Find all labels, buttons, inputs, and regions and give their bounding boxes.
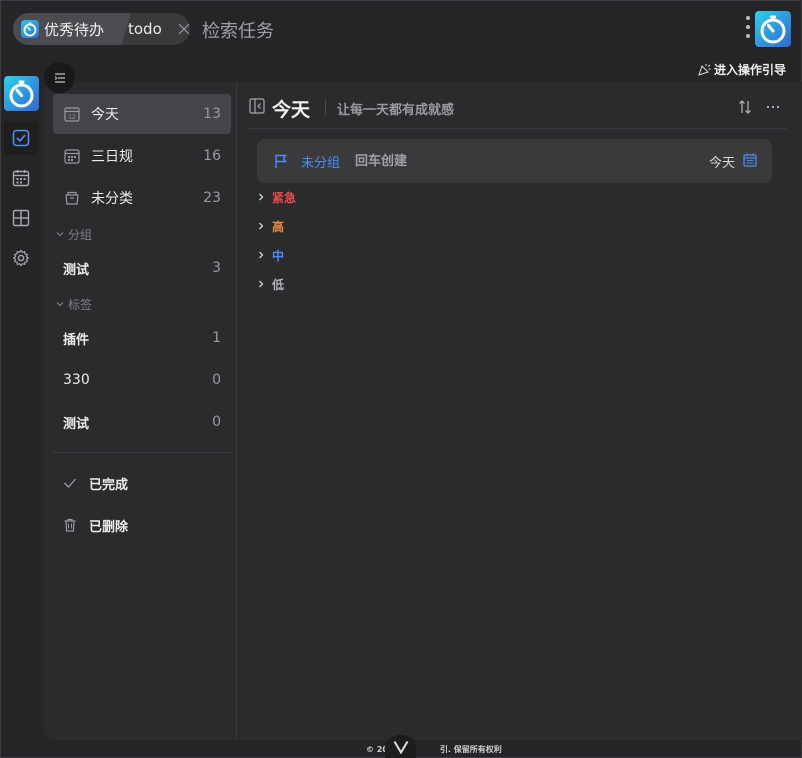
app-tab[interactable]: 优秀待办 bbox=[13, 13, 131, 45]
priority-label: 紧急 bbox=[272, 190, 297, 205]
sidebar-item-uncategorized[interactable]: 未分类 23 bbox=[53, 178, 231, 218]
app-logo-icon bbox=[21, 20, 39, 38]
sidebar-item-label: 测试 bbox=[63, 262, 90, 278]
title-divider bbox=[325, 99, 326, 115]
search-input-label[interactable]: 检索任务 bbox=[202, 17, 274, 43]
checkbox-icon bbox=[12, 129, 30, 147]
guide-link-label: 进入操作引导 bbox=[714, 63, 787, 77]
sidebar-toggle-icon[interactable] bbox=[249, 98, 265, 114]
calendar-12-icon: 12 bbox=[63, 105, 81, 123]
sidebar-divider bbox=[236, 82, 237, 740]
sidebar-item-tag[interactable]: 330 0 bbox=[53, 360, 231, 400]
tags-section-toggle[interactable]: 标签 bbox=[55, 295, 92, 313]
header-divider bbox=[247, 128, 787, 129]
sidebar-item-completed[interactable]: 已完成 bbox=[53, 465, 231, 501]
sidebar-item-deleted[interactable]: 已删除 bbox=[53, 507, 231, 543]
sidebar-item-today[interactable]: 12 今天 13 bbox=[53, 94, 231, 134]
app-logo-icon[interactable] bbox=[755, 11, 791, 47]
page-subtitle: 让每一天都有成就感 bbox=[337, 103, 455, 118]
sidebar-item-tag[interactable]: 插件 1 bbox=[53, 318, 231, 358]
sidebar-item-count: 3 bbox=[212, 260, 221, 276]
sidebar-item-group[interactable]: 测试 3 bbox=[53, 248, 231, 288]
page-title: 今天 bbox=[272, 99, 311, 121]
top-bar: 优秀待办 todo 检索任务 bbox=[0, 0, 802, 60]
priority-group-low[interactable]: 低 bbox=[256, 274, 284, 294]
sidebar-item-label: 已删除 bbox=[89, 519, 129, 535]
sidebar-item-count: 16 bbox=[203, 148, 221, 164]
priority-group-high[interactable]: 高 bbox=[256, 216, 284, 236]
sidebar-item-three-days[interactable]: 三日规 16 bbox=[53, 136, 231, 176]
grid-icon bbox=[12, 209, 30, 227]
task-create-bar: 未分组 今天 bbox=[257, 139, 772, 183]
close-icon[interactable] bbox=[176, 21, 190, 37]
groups-heading: 分组 bbox=[68, 227, 93, 242]
chevron-right-icon bbox=[259, 222, 264, 230]
more-horizontal-icon[interactable] bbox=[765, 99, 781, 115]
tags-heading: 标签 bbox=[68, 297, 93, 312]
query-tab[interactable]: todo bbox=[128, 13, 162, 45]
footer-toggle-button[interactable] bbox=[385, 735, 416, 758]
check-icon bbox=[64, 478, 76, 488]
svg-text:12: 12 bbox=[68, 114, 76, 121]
sidebar-item-count: 13 bbox=[203, 106, 221, 122]
rail-quadrant-button[interactable] bbox=[4, 201, 38, 235]
calendar-icon bbox=[63, 147, 81, 165]
sidebar-item-label: 测试 bbox=[63, 416, 90, 432]
priority-label: 低 bbox=[272, 277, 285, 292]
chevron-down-icon bbox=[56, 302, 64, 307]
sidebar-item-count: 23 bbox=[203, 190, 221, 206]
search-tab-pill[interactable]: 优秀待办 todo bbox=[13, 13, 190, 45]
sidebar-item-label: 三日规 bbox=[91, 149, 133, 165]
chevron-down-icon bbox=[56, 232, 64, 237]
menu-collapse-icon bbox=[54, 72, 65, 83]
calendar-icon bbox=[12, 170, 30, 187]
sidebar-item-count: 0 bbox=[212, 372, 221, 388]
more-vertical-icon[interactable] bbox=[745, 16, 751, 42]
sidebar-separator bbox=[53, 452, 231, 453]
query-tab-label: todo bbox=[128, 20, 162, 38]
chevron-right-icon bbox=[259, 280, 264, 288]
app-logo-icon[interactable] bbox=[4, 76, 39, 111]
sidebar-item-label: 插件 bbox=[63, 332, 90, 348]
app-tab-label: 优秀待办 bbox=[44, 20, 105, 39]
gear-icon bbox=[12, 249, 30, 267]
sidebar-item-label: 已完成 bbox=[89, 477, 129, 493]
priority-group-medium[interactable]: 中 bbox=[256, 245, 284, 265]
sidebar-item-label: 今天 bbox=[91, 107, 119, 123]
sort-icon[interactable] bbox=[737, 99, 753, 115]
groups-section-toggle[interactable]: 分组 bbox=[55, 225, 92, 243]
chevron-right-icon bbox=[259, 193, 264, 201]
inbox-icon bbox=[63, 189, 81, 207]
collapse-sidebar-button[interactable] bbox=[44, 62, 75, 93]
sidebar-item-label: 未分类 bbox=[91, 191, 133, 207]
party-icon bbox=[698, 64, 711, 76]
v-logo-icon bbox=[393, 740, 408, 754]
rail-tasks-button[interactable] bbox=[4, 121, 38, 155]
due-date-label[interactable]: 今天 bbox=[709, 152, 735, 171]
priority-label: 高 bbox=[272, 219, 285, 234]
sidebar-item-tag[interactable]: 测试 0 bbox=[53, 402, 231, 442]
sidebar-item-count: 1 bbox=[212, 330, 221, 346]
priority-group-urgent[interactable]: 紧急 bbox=[256, 187, 296, 207]
flag-icon[interactable] bbox=[273, 153, 289, 169]
chevron-right-icon bbox=[259, 251, 264, 259]
sidebar-item-count: 0 bbox=[212, 414, 221, 430]
footer-right: 引. 保留所有权利 bbox=[439, 744, 502, 754]
rail-calendar-button[interactable] bbox=[4, 161, 38, 195]
guide-link[interactable]: 进入操作引导 bbox=[698, 61, 786, 78]
rail-settings-button[interactable] bbox=[4, 241, 38, 275]
sidebar-item-label: 330 bbox=[63, 372, 90, 388]
calendar-icon[interactable] bbox=[743, 153, 757, 167]
group-select[interactable]: 未分组 bbox=[301, 152, 340, 171]
trash-icon bbox=[64, 518, 76, 532]
task-create-input[interactable] bbox=[355, 147, 685, 175]
priority-label: 中 bbox=[272, 248, 285, 263]
